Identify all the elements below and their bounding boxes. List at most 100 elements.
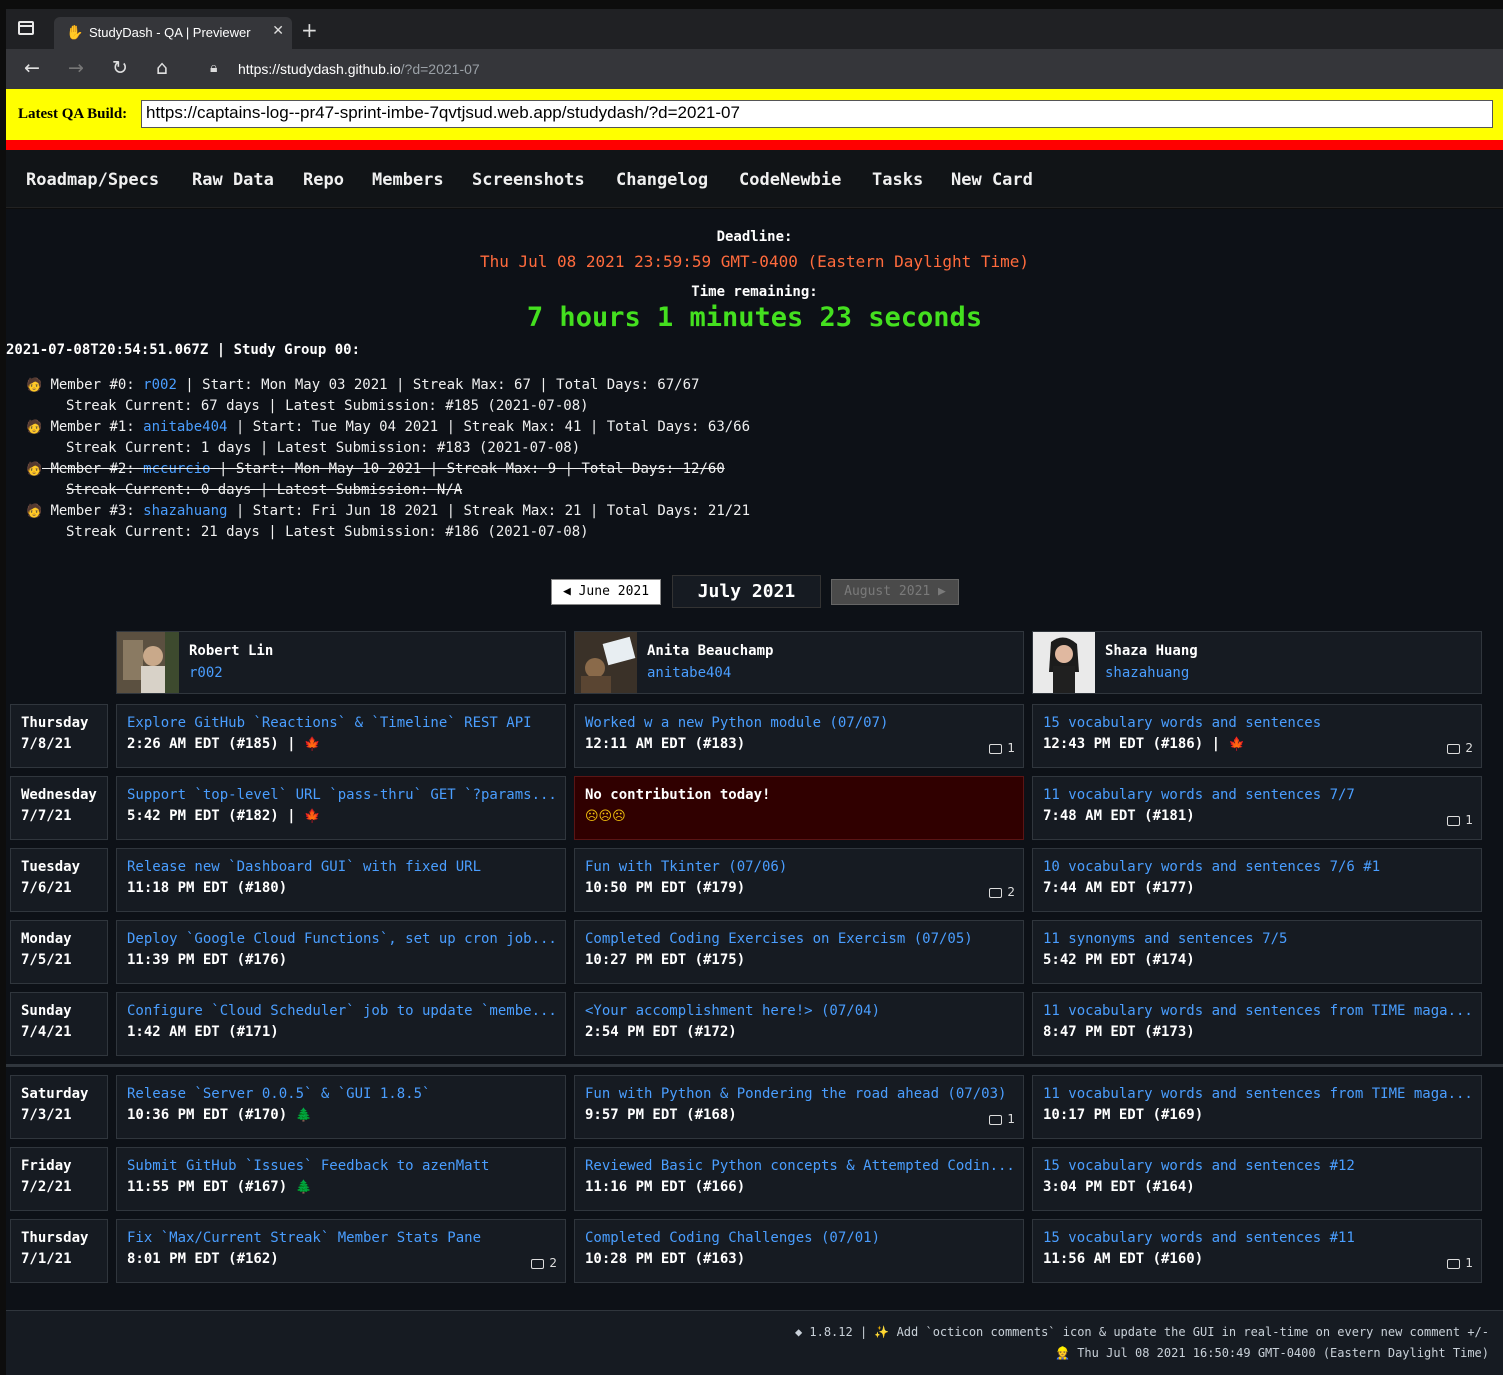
comments-number: 2 [549,1256,557,1270]
submission-title[interactable]: Release new `Dashboard GUI` with fixed U… [127,857,559,878]
submission-title[interactable]: 10 vocabulary words and sentences 7/6 #1 [1043,857,1475,878]
comments-count[interactable]: 2 [531,1253,557,1274]
date: 7/8/21 [21,736,72,752]
qa-label: Latest QA Build: [18,106,128,122]
nav-codenewbie[interactable]: CodeNewbie [739,170,841,190]
submission-cell[interactable]: <Your accomplishment here!> (07/04) 2:54 … [574,992,1024,1056]
member-link[interactable]: r002 [143,377,177,393]
member-link[interactable]: shazahuang [143,503,227,519]
submission-cell[interactable]: Support `top-level` URL `pass-thru` GET … [116,776,566,840]
submission-title[interactable]: Release `Server 0.0.5` & `GUI 1.8.5` [127,1084,559,1105]
address-bar[interactable]: https://studydash.github.io/?d=2021-07 [238,61,480,77]
member-handle-link[interactable]: shazahuang [1105,665,1189,681]
group-header: 2021-07-08T20:54:51.067Z | Study Group 0… [6,342,361,358]
submission-cell[interactable]: 11 synonyms and sentences 7/5 5:42 PM EDT… [1032,920,1482,984]
submission-cell[interactable]: Fun with Python & Pondering the road ahe… [574,1075,1024,1139]
week-divider [6,1064,1503,1067]
member-link[interactable]: mccurcio [143,461,210,477]
submission-cell[interactable]: 15 vocabulary words and sentences #12 3:0… [1032,1147,1482,1211]
remaining-label: Time remaining: [691,284,818,300]
comments-count[interactable]: 1 [1447,810,1473,831]
member-handle-link[interactable]: anitabe404 [647,665,731,681]
member-card-shaza: Shaza Huang shazahuang [1032,631,1482,694]
submission-title[interactable]: Completed Coding Challenges (07/01) [585,1228,1017,1249]
submission-title[interactable]: Fun with Python & Pondering the road ahe… [585,1084,1017,1105]
nav-raw-data[interactable]: Raw Data [192,170,274,190]
nav-members[interactable]: Members [372,170,444,190]
submission-cell[interactable]: 11 vocabulary words and sentences 7/7 7:4… [1032,776,1482,840]
next-month-button[interactable]: August 2021 ▶ [831,579,959,605]
submission-cell[interactable]: Explore GitHub `Reactions` & `Timeline` … [116,704,566,768]
submission-title[interactable]: 11 vocabulary words and sentences from T… [1043,1001,1475,1022]
member-link[interactable]: anitabe404 [143,419,227,435]
submission-cell[interactable]: Completed Coding Exercises on Exercism (… [574,920,1024,984]
submission-title[interactable]: 11 vocabulary words and sentences from T… [1043,1084,1475,1105]
nav-new-card[interactable]: New Card [951,170,1033,190]
browser-toolbar: ← → ↻ ⌂ 🔒︎ https://studydash.github.io/?… [6,49,1503,89]
member-handle-link[interactable]: r002 [189,665,223,681]
nav-tasks[interactable]: Tasks [872,170,923,190]
submission-cell[interactable]: Release new `Dashboard GUI` with fixed U… [116,848,566,912]
reload-icon[interactable]: ↻ [112,57,128,79]
submission-cell[interactable]: Completed Coding Challenges (07/01) 10:28… [574,1219,1024,1283]
browser-tab[interactable]: ✋ StudyDash - QA | Previewer ✕ [54,17,292,49]
back-icon[interactable]: ← [24,57,40,79]
comments-count[interactable]: 2 [989,882,1015,903]
submission-title[interactable]: 15 vocabulary words and sentences #11 [1043,1228,1475,1249]
submission-title[interactable]: Deploy `Google Cloud Functions`, set up … [127,929,559,950]
avatar [117,632,179,693]
submission-cell[interactable]: Deploy `Google Cloud Functions`, set up … [116,920,566,984]
submission-title[interactable]: 11 synonyms and sentences 7/5 [1043,929,1475,950]
home-icon[interactable]: ⌂ [156,57,168,79]
submission-title[interactable]: Fix `Max/Current Streak` Member Stats Pa… [127,1228,559,1249]
submission-title[interactable]: Submit GitHub `Issues` Feedback to azenM… [127,1156,559,1177]
submission-cell[interactable]: 15 vocabulary words and sentences 12:43 P… [1032,704,1482,768]
member-stats-2: 🧑 Member #2: mccurcio | Start: Mon May 1… [26,459,725,501]
close-tab-icon[interactable]: ✕ [272,23,284,39]
prev-month-button[interactable]: ◀ June 2021 [551,579,661,605]
day-label: Friday 7/2/21 [10,1147,108,1211]
submission-cell[interactable]: 11 vocabulary words and sentences from T… [1032,1075,1482,1139]
date: 7/5/21 [21,952,72,968]
new-tab-icon[interactable]: + [301,18,318,42]
submission-cell[interactable]: Configure `Cloud Scheduler` job to updat… [116,992,566,1056]
date: 7/1/21 [21,1251,72,1267]
submission-cell[interactable]: Release `Server 0.0.5` & `GUI 1.8.5` 10:3… [116,1075,566,1139]
submission-title[interactable]: Support `top-level` URL `pass-thru` GET … [127,785,559,806]
submission-cell[interactable]: Worked w a new Python module (07/07) 12:1… [574,704,1024,768]
lock-icon[interactable]: 🔒︎ [210,60,217,76]
fire-icon: 🍁 [304,737,321,752]
comments-count[interactable]: 2 [1447,738,1473,759]
submission-title[interactable]: Configure `Cloud Scheduler` job to updat… [127,1001,559,1022]
submission-cell[interactable]: 10 vocabulary words and sentences 7/6 #1… [1032,848,1482,912]
submission-time: 12:43 PM EDT (#186) | [1043,736,1229,752]
submission-title[interactable]: 11 vocabulary words and sentences 7/7 [1043,785,1475,806]
submission-cell[interactable]: Fix `Max/Current Streak` Member Stats Pa… [116,1219,566,1283]
submission-cell[interactable]: Fun with Tkinter (07/06) 10:50 PM EDT (#1… [574,848,1024,912]
forward-icon[interactable]: → [68,57,84,79]
submission-title[interactable]: Completed Coding Exercises on Exercism (… [585,929,1017,950]
comments-count[interactable]: 1 [989,738,1015,759]
weekday: Sunday [21,1003,72,1019]
submission-title[interactable]: 15 vocabulary words and sentences #12 [1043,1156,1475,1177]
app-nav: Roadmap/Specs Raw Data Repo Members Scre… [6,150,1503,208]
qa-url-input[interactable]: https://captains-log--pr47-sprint-imbe-7… [141,100,1493,128]
submission-title[interactable]: <Your accomplishment here!> (07/04) [585,1001,1017,1022]
comments-count[interactable]: 1 [1447,1253,1473,1274]
member-stats-3: 🧑 Member #3: shazahuang | Start: Fri Jun… [26,501,750,543]
submission-title[interactable]: Explore GitHub `Reactions` & `Timeline` … [127,713,559,734]
submission-title[interactable]: Worked w a new Python module (07/07) [585,713,1017,734]
comments-count[interactable]: 1 [989,1109,1015,1130]
submission-cell[interactable]: Reviewed Basic Python concepts & Attempt… [574,1147,1024,1211]
submission-cell[interactable]: 15 vocabulary words and sentences #11 11:… [1032,1219,1482,1283]
submission-cell[interactable]: 11 vocabulary words and sentences from T… [1032,992,1482,1056]
nav-changelog[interactable]: Changelog [616,170,708,190]
nav-roadmap[interactable]: Roadmap/Specs [26,170,159,190]
window-menu-icon[interactable] [18,21,34,35]
submission-cell[interactable]: Submit GitHub `Issues` Feedback to azenM… [116,1147,566,1211]
nav-screenshots[interactable]: Screenshots [472,170,585,190]
submission-title[interactable]: Fun with Tkinter (07/06) [585,857,1017,878]
nav-repo[interactable]: Repo [303,170,344,190]
submission-title[interactable]: Reviewed Basic Python concepts & Attempt… [585,1156,1017,1177]
submission-title[interactable]: 15 vocabulary words and sentences [1043,713,1475,734]
